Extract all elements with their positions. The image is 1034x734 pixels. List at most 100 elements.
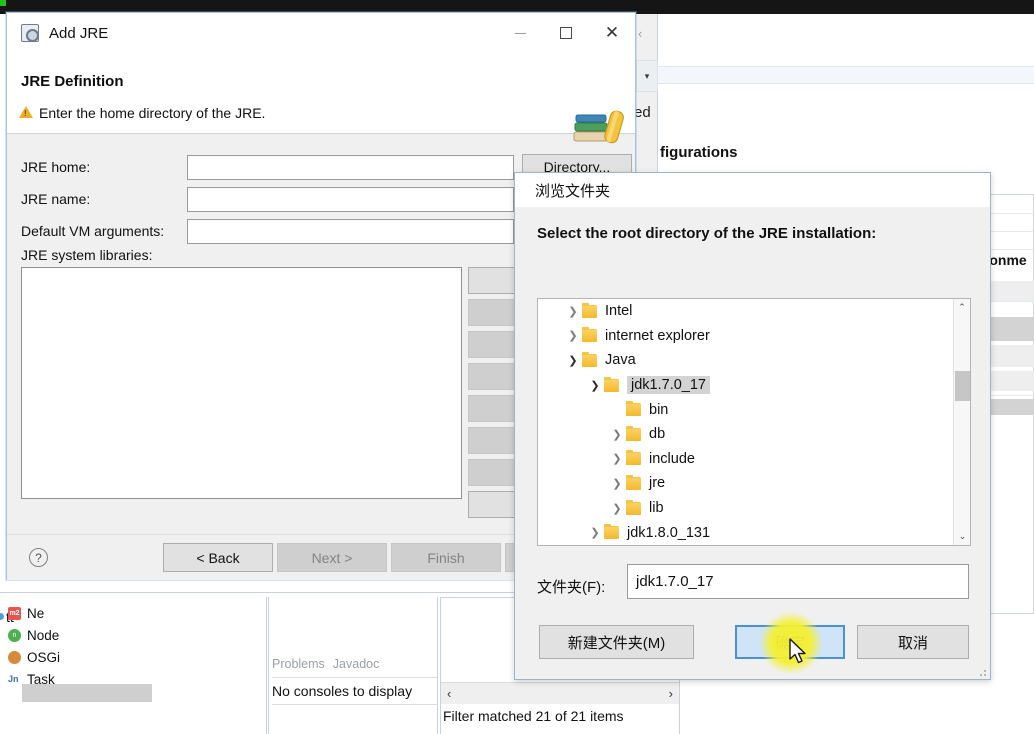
folder-tree[interactable]: ❯ Intel ❯ internet explorer ❯ Java ❯ jdk…: [537, 298, 971, 546]
finish-button[interactable]: Finish: [391, 543, 501, 572]
tree-row-label: jdk1.7.0_17: [627, 376, 710, 395]
folder-icon: [604, 524, 619, 540]
jre-home-label: JRE home:: [21, 159, 91, 175]
vm-arguments-input[interactable]: [187, 218, 514, 244]
horizontal-scrollbar[interactable]: ‹ ›: [441, 682, 679, 704]
background-vline-1: [266, 597, 267, 734]
folder-icon: [626, 499, 641, 515]
list-item[interactable]: OSGi: [8, 650, 60, 665]
chevron-right-icon[interactable]: ❯: [608, 502, 626, 515]
tree-row-selected[interactable]: ❯ jdk1.7.0_17: [538, 373, 970, 398]
chevron-down-icon[interactable]: ❯: [586, 379, 604, 392]
chevron-right-icon[interactable]: ❯: [608, 452, 626, 465]
tree-row-label: db: [649, 426, 666, 443]
tree-row-label: Java: [605, 352, 636, 369]
eclipse-jre-icon: [21, 24, 39, 42]
maximize-button[interactable]: [543, 13, 589, 53]
background-view-tabs[interactable]: Problems Javadoc: [272, 657, 379, 671]
screen: ironme ‹ ▾ ed figurations tt Problems Ja…: [0, 0, 1034, 734]
page-title: JRE Definition: [21, 73, 124, 90]
tree-row[interactable]: ❯ bin: [538, 397, 970, 422]
jre-system-libraries-list[interactable]: [21, 267, 462, 499]
scroll-left-icon[interactable]: ‹: [447, 686, 451, 701]
folder-dialog-titlebar[interactable]: 浏览文件夹: [515, 173, 990, 207]
tree-row-label: internet explorer: [605, 327, 710, 344]
chevron-right-icon[interactable]: ❯: [586, 526, 604, 539]
list-item[interactable]: m2 Ne: [8, 606, 44, 621]
vm-arguments-label: Default VM arguments:: [21, 223, 165, 239]
chevron-right-icon[interactable]: ❯: [608, 428, 626, 441]
bullet-icon: [0, 613, 4, 620]
tree-row[interactable]: ❯ lib: [538, 496, 970, 521]
new-folder-button[interactable]: 新建文件夹(M): [539, 625, 694, 659]
chevron-down-icon[interactable]: ❯: [564, 354, 582, 367]
scroll-up-icon[interactable]: ⌃: [954, 299, 970, 316]
maven-icon: m2: [8, 607, 21, 620]
folder-name-input[interactable]: jdk1.7.0_17: [627, 564, 969, 599]
dialog-title: Add JRE: [49, 24, 109, 42]
tree-row-label: Intel: [605, 303, 633, 320]
green-indicator-icon: [0, 0, 6, 6]
folder-icon: [582, 302, 597, 318]
junit-icon: Jn: [8, 673, 21, 686]
jre-name-row: JRE name:: [21, 186, 514, 212]
background-toolbar-strip: [658, 66, 1034, 84]
jre-home-input[interactable]: [187, 154, 514, 180]
folder-icon: [582, 351, 597, 367]
tree-row[interactable]: ❯ Java: [538, 348, 970, 373]
tree-row[interactable]: ❯ db: [538, 422, 970, 447]
dialog-titlebar[interactable]: Add JRE ✕: [7, 13, 635, 53]
tree-row[interactable]: ❯ jre: [538, 471, 970, 496]
list-item[interactable]: n Node: [8, 628, 59, 643]
folder-dialog-prompt: Select the root directory of the JRE ins…: [537, 225, 877, 242]
background-ed-text: ed: [634, 104, 651, 121]
filter-status-label: Filter matched 21 of 21 items: [443, 708, 624, 724]
jre-system-libraries-label: JRE system libraries:: [21, 247, 153, 263]
validation-message: Enter the home directory of the JRE.: [39, 105, 266, 121]
tree-row[interactable]: ❯ jdk1.8.0_131: [538, 520, 970, 545]
close-button[interactable]: ✕: [589, 13, 635, 53]
chevron-right-icon[interactable]: ❯: [564, 305, 582, 318]
list-item-label: Node: [27, 628, 60, 643]
next-button[interactable]: Next >: [277, 543, 387, 572]
javadoc-tab[interactable]: Javadoc: [333, 657, 380, 671]
divider: [272, 677, 438, 678]
chevron-down-icon[interactable]: ▾: [636, 60, 658, 92]
folder-icon: [626, 425, 641, 441]
window-controls: ✕: [497, 13, 635, 53]
jre-name-input[interactable]: [187, 186, 514, 212]
problems-tab[interactable]: Problems: [272, 657, 325, 671]
folder-icon: [604, 376, 619, 392]
help-icon[interactable]: ?: [29, 548, 48, 567]
folder-dialog-title: 浏览文件夹: [535, 182, 611, 200]
chevron-right-icon[interactable]: ❯: [608, 477, 626, 490]
tree-row[interactable]: ❯ Intel: [538, 299, 970, 324]
tree-row[interactable]: ❯ internet explorer: [538, 324, 970, 349]
chevron-placeholder-icon: ❯: [608, 403, 626, 416]
scrollbar-thumb[interactable]: [955, 371, 970, 401]
background-configurations-heading: figurations: [660, 144, 738, 161]
minimize-button[interactable]: [497, 13, 543, 53]
list-item-label: Ne: [27, 606, 45, 621]
tree-vertical-scrollbar[interactable]: ⌃ ⌄: [953, 299, 970, 545]
chevron-left-icon[interactable]: ‹: [638, 26, 642, 41]
jre-name-label: JRE name:: [21, 191, 91, 207]
node-icon: n: [8, 629, 21, 642]
back-button[interactable]: < Back: [163, 543, 273, 572]
scroll-right-icon[interactable]: ›: [669, 686, 673, 701]
dialog-header: JRE Definition Enter the home directory …: [7, 53, 635, 144]
chevron-right-icon[interactable]: ❯: [564, 329, 582, 342]
folder-icon: [582, 327, 597, 343]
scrollbar-thumb[interactable]: [22, 684, 152, 702]
resize-grip[interactable]: [976, 666, 986, 676]
osgi-icon: [8, 651, 21, 664]
vm-arguments-row: Default VM arguments:: [21, 218, 514, 244]
tree-row-label: lib: [649, 500, 664, 517]
list-item-label: OSGi: [27, 650, 61, 665]
warning-icon: [19, 106, 33, 118]
scroll-down-icon[interactable]: ⌄: [954, 528, 970, 545]
tree-row-label: bin: [649, 401, 669, 418]
cancel-button[interactable]: 取消: [857, 625, 969, 659]
tree-row-label: jre: [649, 475, 666, 492]
tree-row[interactable]: ❯ include: [538, 447, 970, 472]
